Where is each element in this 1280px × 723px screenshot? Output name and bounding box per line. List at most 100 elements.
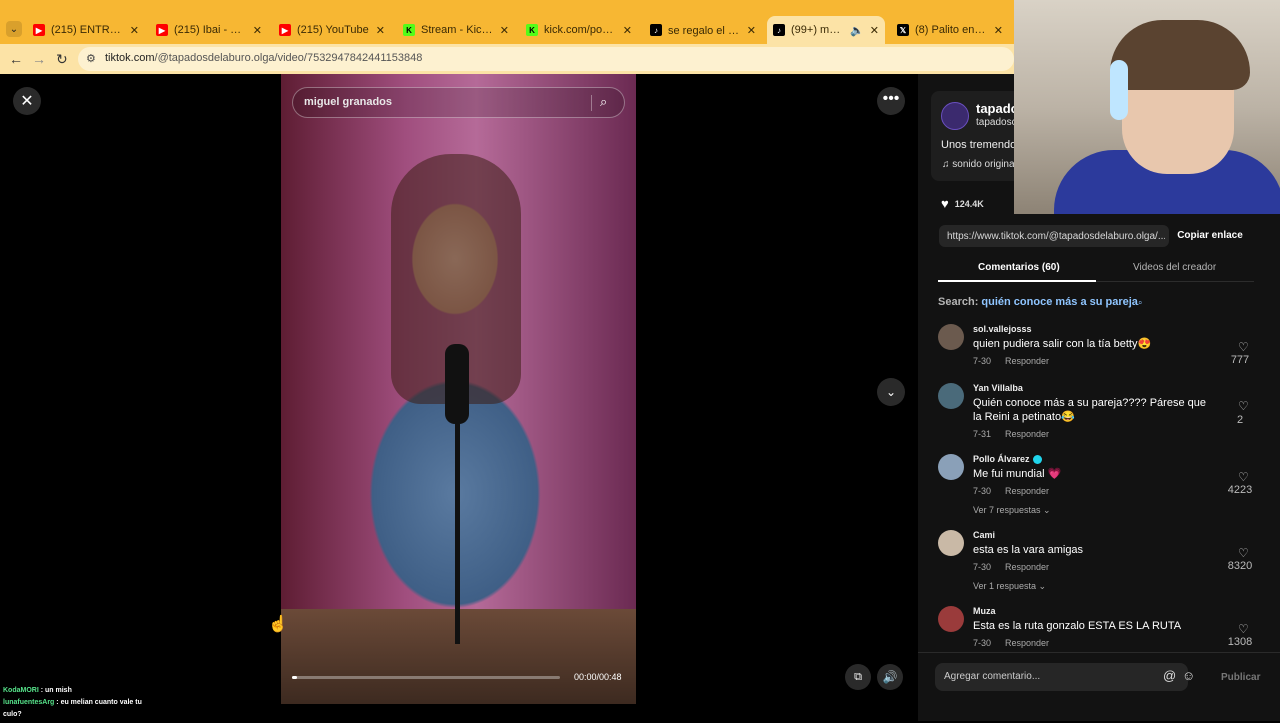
url-text: tiktok.com/@tapadosdelaburo.olga/video/7… [105,52,423,64]
comment-username[interactable]: Muza [973,606,996,616]
comment-date: 7-30 [973,638,992,648]
music-note-icon: ♫ [942,159,953,170]
comment-item: sol.vallejosss quien pudiera salir con la… [938,324,1258,384]
video-mic-stand [455,424,460,644]
comment-avatar[interactable] [938,530,964,556]
reply-button[interactable]: Responder [1005,429,1049,439]
reply-button[interactable]: Responder [1005,638,1049,648]
view-replies-button[interactable]: Ver 7 respuestas ⌄ [973,505,1051,516]
publish-button[interactable]: Publicar [1221,672,1260,683]
tab-search-chevron-icon[interactable]: ⌄ [6,21,22,37]
back-arrow-icon[interactable]: ← [9,51,23,67]
forward-arrow-icon[interactable]: → [32,51,46,67]
browser-tab[interactable]: Kkick.com/popout/melian ✕ [520,16,638,44]
chat-username: lunafuentesArg [3,699,55,706]
share-link-box[interactable]: https://www.tiktok.com/@tapadosdelaburo.… [939,225,1169,247]
view-replies-button[interactable]: Ver 1 respuesta ⌄ [973,581,1046,592]
picture-in-picture-icon[interactable]: ⧉ [845,664,871,690]
comment-heart-icon[interactable]: ♡ [1238,546,1249,560]
comment-text: Me fui mundial 💗 [973,468,1062,480]
tab-close-icon[interactable]: ✕ [376,24,385,37]
browser-tab[interactable]: K Stream - Kick Dashboard ✕ [397,16,515,44]
tab-close-icon[interactable]: ✕ [130,24,139,37]
youtube-icon: ▶ [156,24,168,36]
search-suggestion-term[interactable]: quién conoce más a su pareja [981,296,1138,308]
browser-tab[interactable]: ▶ (215) YouTube ✕ [273,16,391,44]
chat-username: KodaMORI [3,687,39,694]
mouse-cursor-icon: ☝ [268,616,288,633]
video-search-bar[interactable]: miguel granados ⌕ [292,87,625,118]
comment-meta: 7-30 Responder [973,486,1049,496]
comment-heart-icon[interactable]: ♡ [1238,340,1249,354]
tab-close-icon[interactable]: ✕ [253,24,262,37]
x-icon: 𝕏 [897,24,909,36]
comment-like-count: 777 [1230,354,1250,366]
reply-button[interactable]: Responder [1005,486,1049,496]
kick-icon: K [526,24,538,36]
sound-label[interactable]: ♫ sonido origina [942,159,1015,170]
stream-chat-overlay: KodaMORI : un mish lunafuentesArg : eu m… [0,683,158,723]
comment-text: esta es la vara amigas [973,544,1084,556]
youtube-icon: ▶ [279,24,291,36]
video-frame[interactable] [281,74,636,704]
browser-tab[interactable]: 𝕏 (8) Palito en X: "@es ✕ [891,16,1009,44]
search-icon[interactable]: ⌕ [600,94,607,110]
reload-icon[interactable]: ↻ [56,51,68,68]
browser-tab[interactable]: ♪ se regalo el biza 😜🍑 ✕ [644,16,762,44]
author-avatar[interactable] [941,102,969,130]
comment-text: Esta es la ruta gonzalo ESTA ES LA RUTA [973,620,1182,632]
more-options-icon[interactable]: ••• [877,87,905,115]
address-bar[interactable]: ⚙ tiktok.com/@tapadosdelaburo.olga/video… [78,47,1014,71]
comment-heart-icon[interactable]: ♡ [1238,470,1249,484]
webcam-hair [1110,20,1250,90]
browser-tab[interactable]: ♪ (99+) melianvalen 🔈 ✕ [767,16,885,44]
mention-icon[interactable]: @ [1163,668,1176,683]
comment-tabs: Comentarios (60) Videos del creador [938,259,1254,283]
tab-title: se regalo el biza 😜🍑 [668,24,741,37]
sound-name: sonido origina [952,159,1015,170]
browser-tab[interactable]: ▶ (215) Ibai - YouTube ✕ [150,16,268,44]
search-suggestion[interactable]: Search: quién conoce más a su pareja⌕ [938,296,1142,308]
close-icon[interactable]: ✕ [13,87,41,115]
browser-toolbar: ← → ↻ ⚙ tiktok.com/@tapadosdelaburo.olga… [0,44,1014,74]
heart-icon: ♥ [941,196,949,211]
search-suggestion-label: Search: [938,296,979,308]
tab-audio-icon[interactable]: 🔈 [850,24,864,37]
tab-close-icon[interactable]: ✕ [623,24,632,37]
tab-title: (8) Palito en X: "@es [915,24,988,36]
next-video-chevron-icon[interactable]: ⌄ [877,378,905,406]
site-info-icon[interactable]: ⚙ [86,52,96,65]
search-small-icon: ⌕ [1137,298,1143,307]
browser-tab[interactable]: ▶ (215) ENTRENAMIENTO ✕ [27,16,145,44]
tab-close-icon[interactable]: ✕ [500,24,509,37]
video-description: Unos tremendo [941,139,1017,151]
comment-meta: 7-30 Responder [973,356,1049,366]
author-handle[interactable]: tapadosc [976,117,1017,128]
like-button[interactable]: ♥ 124.4K [941,196,984,211]
comment-avatar[interactable] [938,454,964,480]
comment-avatar[interactable] [938,324,964,350]
comment-avatar[interactable] [938,606,964,632]
like-count: 124.4K [954,198,984,209]
tab-close-icon[interactable]: ✕ [870,24,879,37]
comment-avatar[interactable] [938,383,964,409]
reply-button[interactable]: Responder [1005,356,1049,366]
comment-item: Pollo Álvarez Me fui mundial 💗 7-30 Respond… [938,454,1258,516]
comment-heart-icon[interactable]: ♡ [1238,622,1249,636]
reply-button[interactable]: Responder [1005,562,1049,572]
video-progress-bar[interactable] [292,676,560,679]
comment-username[interactable]: Cami [973,530,995,540]
comment-username[interactable]: Yan Villalba [973,383,1023,393]
comment-username[interactable]: sol.vallejosss [973,324,1032,334]
comment-username[interactable]: Pollo Álvarez [973,454,1042,465]
volume-icon[interactable]: 🔊 [877,664,903,690]
emoji-icon[interactable]: ☺ [1182,668,1195,683]
author-name[interactable]: tapado [976,101,1019,116]
tab-comments[interactable]: Comentarios (60) [978,262,1060,273]
tab-close-icon[interactable]: ✕ [994,24,1003,37]
comment-heart-icon[interactable]: ♡ [1238,399,1249,413]
copy-link-button[interactable]: Copiar enlace [1170,225,1250,247]
comment-input[interactable]: Agregar comentario... @ ☺ [935,663,1195,691]
tab-close-icon[interactable]: ✕ [747,24,756,37]
tab-creator-videos[interactable]: Videos del creador [1133,262,1216,273]
